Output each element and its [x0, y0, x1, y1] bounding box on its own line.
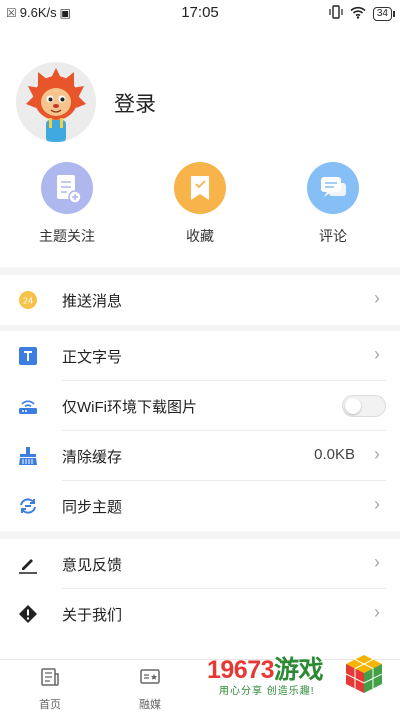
toggle-knob: [345, 398, 361, 414]
chevron-right-icon: ›: [374, 602, 380, 622]
feedback-row[interactable]: 意见反馈 ›: [0, 539, 400, 589]
chevron-right-icon: ›: [374, 288, 380, 308]
watermark-title: 19673游戏: [207, 650, 324, 686]
wifi-images-toggle[interactable]: [342, 395, 386, 417]
lion-mascot-image: [16, 62, 96, 142]
push-notification-label: 推送消息: [62, 293, 123, 310]
wifi-images-row: 仅WiFi环境下载图片: [0, 381, 400, 431]
battery-indicator: 34: [372, 6, 396, 21]
topic-follow-icon: [41, 162, 93, 214]
home-newspaper-icon: [41, 668, 59, 686]
sync-topics-label: 同步主题: [62, 499, 123, 516]
about-us-row[interactable]: 关于我们 ›: [0, 589, 400, 639]
sync-topics-row[interactable]: 同步主题 ›: [0, 481, 400, 531]
comment-button[interactable]: 评论: [278, 162, 388, 246]
section-divider: [0, 267, 400, 275]
clear-cache-row[interactable]: 清除缓存 0.0KB ›: [0, 431, 400, 481]
push-notification-row[interactable]: 24 推送消息 ›: [0, 275, 400, 325]
profile-header[interactable]: 登录: [16, 62, 376, 142]
vibrate-icon: [329, 5, 343, 22]
quick-actions: 主题关注 收藏 评论: [0, 162, 400, 252]
warning-icon: [17, 603, 39, 625]
tab-media[interactable]: 融媒: [120, 666, 180, 712]
clear-cache-label: 清除缓存: [62, 449, 123, 466]
tab-media-label: 融媒: [139, 699, 161, 711]
font-size-row[interactable]: 正文字号 ›: [0, 331, 400, 381]
cube-logo-icon: [345, 655, 383, 693]
watermark-cn: 游戏: [274, 656, 324, 684]
feedback-label: 意见反馈: [62, 557, 123, 574]
wifi-images-label: 仅WiFi环境下载图片: [62, 399, 197, 416]
favorite-label: 收藏: [186, 228, 214, 244]
pencil-icon: [17, 553, 39, 575]
chevron-right-icon: ›: [374, 444, 380, 464]
media-icon: [140, 669, 160, 684]
tab-home-label: 首页: [39, 699, 61, 711]
push-notification-icon: 24: [17, 289, 39, 311]
watermark-digits: 19673: [207, 656, 275, 684]
favorite-button[interactable]: 收藏: [145, 162, 255, 246]
wifi-router-icon: [17, 395, 39, 417]
watermark-slogan: 用心分享 创造乐趣!: [219, 686, 315, 697]
cache-size-value: 0.0KB: [314, 446, 355, 463]
topic-follow-button[interactable]: 主题关注: [12, 162, 122, 246]
wifi-icon: [350, 6, 366, 22]
font-size-icon: [17, 345, 39, 367]
svg-text:24: 24: [23, 297, 33, 306]
sync-icon: [17, 495, 39, 517]
font-size-label: 正文字号: [62, 349, 123, 366]
login-link[interactable]: 登录: [114, 88, 156, 118]
chevron-right-icon: ›: [374, 344, 380, 364]
watermark-logo: 19673游戏 用心分享 创造乐趣!: [205, 650, 395, 706]
comment-icon: [307, 162, 359, 214]
status-right: 34: [329, 5, 396, 22]
section-divider: [0, 531, 400, 539]
about-us-label: 关于我们: [62, 607, 123, 624]
chevron-right-icon: ›: [374, 552, 380, 572]
status-bar: ☒ 9.6K/s ▣ 17:05 34: [0, 0, 400, 26]
comment-label: 评论: [319, 228, 347, 244]
broom-icon: [17, 445, 39, 467]
topic-follow-label: 主题关注: [39, 228, 95, 244]
avatar[interactable]: [16, 62, 96, 142]
favorite-icon: [174, 162, 226, 214]
chevron-right-icon: ›: [374, 494, 380, 514]
tab-home[interactable]: 首页: [20, 666, 80, 712]
